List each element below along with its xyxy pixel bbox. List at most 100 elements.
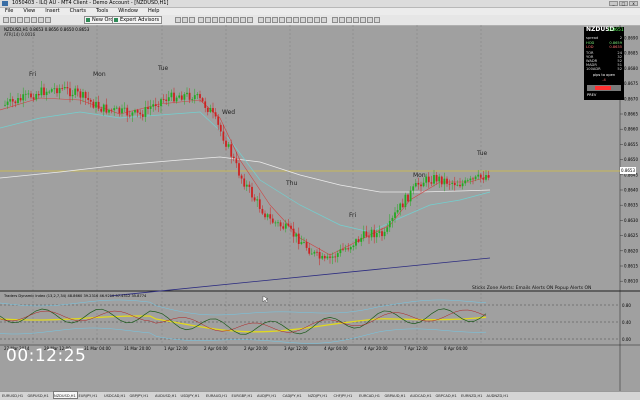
chart-tab[interactable]: NZDUSD,H1 (53, 391, 78, 399)
weekday-label: Tue (157, 65, 169, 72)
candle-body (336, 253, 339, 257)
chart-tab[interactable]: EURNZD,H1 (461, 392, 486, 400)
time-axis-label: 3 Apr 12:00 (284, 346, 308, 351)
candle-body (310, 253, 313, 255)
candle-body (451, 182, 454, 184)
candle-body (446, 178, 448, 184)
candle-body (482, 177, 485, 180)
trendline-blue (109, 257, 491, 297)
candle-body (422, 182, 425, 187)
chart-tab[interactable]: EURUSD,H1 (2, 392, 27, 400)
weekday-label: Wed (222, 109, 235, 116)
candle-body (204, 101, 207, 108)
candle-body (9, 99, 12, 102)
chart-tab[interactable]: EURCAD,H1 (359, 392, 384, 400)
candle-body (316, 251, 318, 253)
time-axis-label: 8 Apr 04:00 (444, 346, 468, 351)
chart-tab[interactable]: GBPJPY,H1 (130, 392, 155, 400)
chart-tab[interactable]: GBPUSD,H1 (28, 392, 53, 400)
chart-tab[interactable]: USDCAD,H1 (104, 392, 129, 400)
chart-tab[interactable]: AUDNZD,H1 (487, 392, 512, 400)
candle-body (157, 106, 160, 107)
candle-body (245, 184, 248, 187)
current-price-label: 0.8653 (621, 168, 635, 173)
oscillator-panel: 0.80 0.40 0.00 (0, 299, 631, 344)
chart-tab[interactable]: AUDJPY,H1 (257, 392, 282, 400)
candle-body (240, 175, 243, 179)
chart-tab[interactable]: USDJPY,H1 (181, 392, 206, 400)
candle-body (292, 228, 295, 237)
candle-body (76, 88, 79, 92)
price-axis-label: 0.8690 (624, 36, 638, 41)
candle-body (61, 88, 64, 89)
candle-body (394, 212, 396, 218)
chart-tab[interactable]: EURJPY,H1 (79, 392, 104, 400)
candle-body (453, 182, 456, 186)
candle-body (407, 194, 409, 202)
chart-tab[interactable]: CHFJPY,H1 (334, 392, 359, 400)
price-axis-label: 0.8680 (624, 66, 638, 71)
candle-body (48, 91, 51, 93)
candle-body (121, 108, 123, 114)
price-axis-label: 0.8665 (624, 112, 638, 117)
candle-body (136, 110, 139, 113)
candle-body (381, 231, 383, 237)
candle-body (375, 232, 378, 238)
candle-body (440, 176, 443, 185)
candle-body (404, 194, 407, 207)
candle-body (58, 88, 61, 94)
candle-body (22, 94, 25, 101)
chart-tab[interactable]: CADJPY,H1 (283, 392, 308, 400)
candle-body (365, 231, 368, 237)
time-axis-label: 7 Apr 12:00 (404, 346, 428, 351)
candle-body (227, 144, 230, 147)
candle-body (162, 99, 165, 100)
chart-tab[interactable]: EURAUD,H1 (206, 392, 231, 400)
candle-body (414, 182, 417, 187)
info-price: 0.8651 (608, 28, 624, 33)
100adr-value: 52 (617, 67, 622, 71)
time-axis-label: 4 Apr 20:00 (364, 346, 388, 351)
lod-label: LOD (586, 45, 594, 49)
chart-tab[interactable]: GBPCAD,H1 (436, 392, 461, 400)
candle-body (74, 88, 77, 95)
candle-body (342, 249, 344, 251)
time-axis-label: 2 Apr 04:00 (204, 346, 228, 351)
chart-tab[interactable]: EURGBP,H1 (232, 392, 257, 400)
osc-axis-label-bottom: 0.00 (622, 337, 631, 342)
chart-tab[interactable]: AUDCAD,H1 (410, 392, 435, 400)
candle-body (357, 239, 360, 242)
candle-body (134, 110, 136, 113)
candle-body (479, 174, 482, 178)
info-lod-row: LOD 0.8635 (586, 45, 622, 49)
price-axis-label: 0.8685 (624, 51, 638, 56)
price-chart[interactable]: Fri MonTueWedThuFriMonTue 0.86900.86850.8… (0, 0, 640, 400)
candle-body (154, 104, 157, 107)
candle-body (485, 175, 487, 180)
candle-body (474, 176, 477, 180)
chart-tab[interactable]: NZDJPY,H1 (308, 392, 333, 400)
osc-axis-label-mid: 0.40 (622, 320, 631, 325)
candle-body (131, 112, 134, 116)
candle-body (243, 178, 246, 187)
daily-range-fill (595, 86, 611, 90)
candle-body (313, 251, 316, 254)
candle-body (339, 249, 342, 254)
candle-body (89, 99, 92, 102)
candle-body (329, 256, 331, 258)
candle-body (266, 214, 269, 218)
info-spread-row: spread 2 (586, 36, 622, 40)
candle-body (373, 229, 376, 238)
chart-tab[interactable]: GBPAUD,H1 (385, 392, 410, 400)
candle-body (126, 107, 129, 116)
candle-body (232, 156, 235, 159)
candle-body (222, 131, 225, 141)
chart-tab[interactable]: AUDUSD,H1 (155, 392, 180, 400)
candle-body (378, 231, 381, 233)
candle-body (253, 197, 256, 201)
candle-body (14, 101, 17, 104)
candle-body (79, 91, 82, 98)
candle-body (433, 175, 435, 184)
candle-body (362, 231, 365, 238)
price-axis-label: 0.8610 (624, 279, 638, 284)
